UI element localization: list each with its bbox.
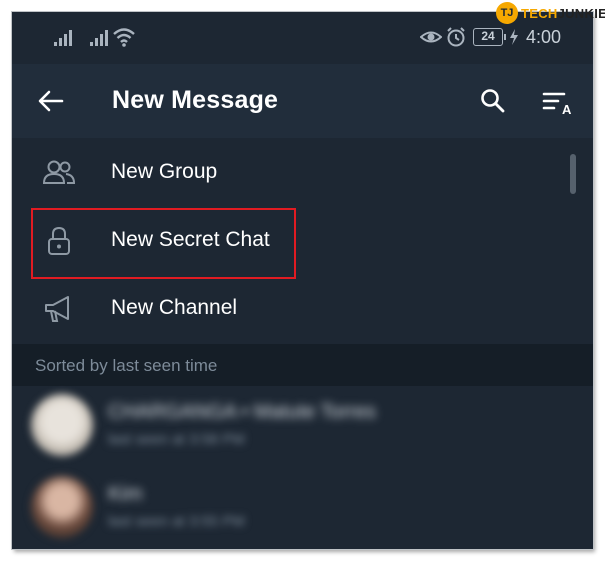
- scrollbar[interactable]: [570, 154, 576, 194]
- megaphone-icon: [45, 296, 69, 322]
- logo-text: TECHJUNKIE: [521, 5, 605, 21]
- contacts-section-header: Sorted by last seen time: [12, 344, 593, 386]
- new-group-label: New Group: [111, 160, 218, 183]
- avatar: [31, 476, 93, 538]
- section-header-label: Sorted by last seen time: [35, 356, 218, 375]
- new-group-option[interactable]: New Group: [12, 138, 582, 206]
- contact-name: CHARGANGA • Matute Torres: [108, 401, 376, 423]
- new-message-actions: New Group New Secret Chat New Channel: [12, 138, 593, 344]
- contact-list: CHARGANGA • Matute Torres last seen at 3…: [12, 386, 593, 549]
- signal-strength-icon: [90, 30, 108, 46]
- alarm-icon: [447, 27, 465, 47]
- wifi-icon: [113, 28, 135, 47]
- avatar: [31, 394, 93, 456]
- arrow-left-icon[interactable]: [38, 90, 64, 112]
- sort-alpha-icon[interactable]: A: [542, 90, 576, 116]
- contact-row[interactable]: Kim last seen at 3:55 PM: [12, 468, 593, 548]
- charging-icon: [510, 29, 518, 45]
- contact-row[interactable]: CHARGANGA • Matute Torres last seen at 3…: [12, 386, 593, 466]
- new-channel-label: New Channel: [111, 296, 238, 319]
- logo-mark: TJ: [496, 2, 518, 24]
- app-bar: New Message A: [12, 64, 593, 138]
- contact-status: last seen at 3:58 PM: [108, 431, 245, 448]
- new-channel-option[interactable]: New Channel: [12, 274, 582, 342]
- page-title: New Message: [112, 86, 279, 114]
- battery-indicator: 24: [473, 28, 506, 46]
- status-time: 4:00: [526, 27, 562, 47]
- contact-status: last seen at 3:55 PM: [108, 513, 245, 530]
- search-icon[interactable]: [480, 88, 506, 114]
- signal-strength-icon: [54, 30, 72, 46]
- techjunkie-logo: TJ TECHJUNKIE: [496, 2, 605, 24]
- group-icon: [42, 160, 76, 184]
- highlight-box: [31, 208, 296, 279]
- eye-icon: [420, 31, 442, 43]
- contact-name: Kim: [108, 483, 143, 505]
- svg-text:A: A: [562, 102, 572, 116]
- app-screenshot: 24 4:00 New Message A New Group New Secr…: [12, 12, 593, 549]
